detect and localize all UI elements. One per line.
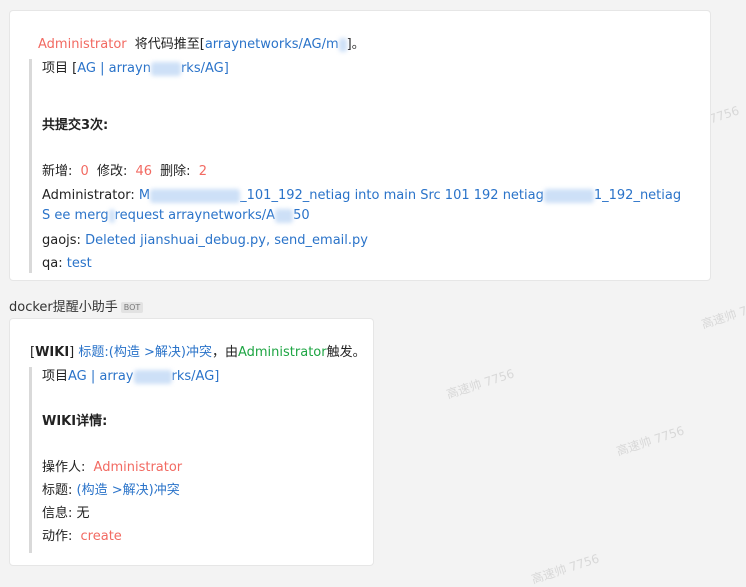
commit-author: gaojs: [42, 233, 81, 248]
watermark: 高速帅 7756 [699, 296, 746, 332]
title-label: 标题: [42, 483, 73, 498]
wiki-title-link[interactable]: 标题:(构造 >解决)冲突 [78, 345, 212, 360]
wiki-tag-close: ] [69, 345, 75, 360]
wiki-message-card: [WIKI] 标题:(构造 >解决)冲突，由Administrator触发。 项… [9, 318, 374, 566]
action-row: 动作: create [42, 527, 126, 547]
added-label: 新增: [42, 164, 73, 179]
modified-value: 46 [135, 164, 153, 179]
sender-name[interactable]: docker提醒小助手 [9, 300, 118, 315]
watermark: 高速帅 7756 [614, 423, 686, 459]
deleted-value: 2 [198, 164, 207, 179]
modified-label: 修改: [96, 164, 128, 179]
stats-row: 新增: 0 修改: 46 删除: 2 [42, 162, 211, 182]
action-label: 动作: [42, 529, 73, 544]
info-row: 信息: 无 [42, 504, 90, 524]
wiki-trigger-text: 触发。 [326, 345, 366, 360]
push-action-text: 将代码推至[ [134, 37, 205, 52]
commit-message-link[interactable]: Deleted jianshuai_debug.py, send_email.p… [85, 233, 368, 248]
info-value: 无 [76, 506, 90, 521]
operator-label: 操作人: [42, 460, 86, 475]
wiki-tag: WIKI [35, 345, 70, 360]
wiki-summary: [WIKI] 标题:(构造 >解决)冲突，由Administrator触发。 [30, 341, 366, 360]
project-label: 项目 [42, 61, 69, 76]
project-row: 项目AG | array rks/AG] [42, 367, 219, 387]
commit-message-link[interactable]: M _101_192_netiag into main Src 101 192 n… [42, 188, 681, 223]
project-link[interactable]: AG | arrayn rks/AG] [77, 61, 229, 76]
project-row: 项目 [AG | arrayn rks/AG] [42, 59, 229, 79]
action-value: create [80, 529, 122, 544]
wiki-details-title: WIKI详情: [42, 414, 108, 429]
sender-line: docker提醒小助手 BOT [9, 296, 144, 315]
operator-value[interactable]: Administrator [90, 460, 187, 475]
wiki-by-text: ，由 [211, 345, 238, 360]
operator-row: 操作人: Administrator [42, 458, 186, 478]
push-target-link[interactable]: arraynetworks/AG/m [205, 37, 347, 52]
watermark: 高速帅 7756 [529, 551, 601, 587]
commit-row: gaojs: Deleted jianshuai_debug.py, send_… [42, 231, 368, 251]
title-value-link[interactable]: (构造 >解决)冲突 [77, 483, 180, 498]
watermark: 高速帅 7756 [444, 366, 516, 402]
wiki-details: 项目AG | array rks/AG] WIKI详情: 操作人: Adminis… [29, 367, 359, 553]
info-label: 信息: [42, 506, 73, 521]
push-close-text: ]。 [346, 37, 365, 52]
commit-author: qa: [42, 256, 63, 271]
commit-message-link[interactable]: test [67, 256, 92, 271]
project-link[interactable]: AG | array rks/AG] [68, 369, 219, 384]
commit-author: Administrator: [42, 188, 135, 203]
push-summary: Administrator 将代码推至[arraynetworks/AG/m]。 [34, 33, 365, 52]
added-value: 0 [80, 164, 89, 179]
bot-badge: BOT [120, 302, 144, 313]
deleted-label: 删除: [160, 164, 191, 179]
commit-row: qa: test [42, 254, 92, 274]
commit-row: Administrator: M _101_192_netiag into mai… [42, 186, 692, 226]
push-message-card: Administrator 将代码推至[arraynetworks/AG/m]。… [9, 10, 711, 281]
commits-title: 共提交3次: [42, 118, 109, 133]
wiki-user[interactable]: Administrator [238, 345, 327, 360]
push-details: 项目 [AG | arrayn rks/AG] 共提交3次: 新增: 0 修改: … [29, 59, 699, 273]
title-row: 标题: (构造 >解决)冲突 [42, 481, 180, 501]
push-user[interactable]: Administrator [34, 37, 131, 52]
project-label: 项目 [42, 369, 69, 384]
